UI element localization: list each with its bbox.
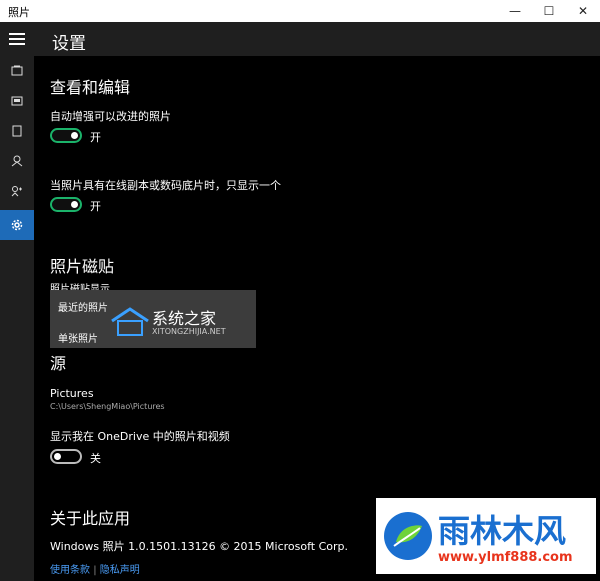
page-header: 设置 [34, 22, 600, 56]
settings-gear-icon[interactable] [0, 210, 34, 240]
duplicates-toggle[interactable] [50, 197, 82, 212]
folder-name[interactable]: Pictures [50, 387, 94, 400]
nav-rail [0, 22, 34, 581]
ylmf-leaf-icon [384, 512, 432, 560]
about-links: 使用条款 | 隐私声明 [50, 561, 140, 576]
collection-icon[interactable] [0, 56, 34, 86]
logo-text: 雨林木风 [438, 512, 567, 550]
about-heading: 关于此应用 [50, 509, 131, 528]
window-title: 照片 [8, 6, 30, 19]
tile-display-dropdown[interactable]: 最近的照片 单张照片 系统之家 XITONGZHIJIA.NET [50, 290, 256, 348]
duplicates-label: 当照片具有在线副本或数码底片时，只显示一个 [50, 179, 281, 192]
toggle-knob [71, 201, 78, 208]
tiles-heading: 照片磁贴 [50, 257, 115, 276]
ylmf-logo: 雨林木风 www.ylmf888.com [376, 498, 596, 574]
page-title: 设置 [52, 34, 86, 54]
onedrive-label: 显示我在 OneDrive 中的照片和视频 [50, 430, 230, 443]
watermark-house-icon [111, 307, 149, 336]
logo-url: www.ylmf888.com [438, 550, 573, 565]
duplicates-state: 开 [90, 200, 101, 213]
option-single-photo[interactable]: 单张照片 [58, 330, 98, 345]
version-text: Windows 照片 1.0.1501.13126 © 2015 Microso… [50, 540, 349, 553]
toggle-knob [54, 453, 61, 460]
link-divider: | [93, 565, 97, 576]
albums-icon[interactable] [0, 86, 34, 116]
watermark-url: XITONGZHIJIA.NET [152, 327, 226, 336]
auto-enhance-toggle[interactable] [50, 128, 82, 143]
toggle-knob [71, 132, 78, 139]
title-bar: 照片 — ☐ ✕ [0, 0, 600, 23]
auto-enhance-state: 开 [90, 131, 101, 144]
onedrive-toggle[interactable] [50, 449, 82, 464]
view-edit-heading: 查看和编辑 [50, 78, 131, 97]
option-recent-photos[interactable]: 最近的照片 [58, 299, 108, 314]
onedrive-state: 关 [90, 452, 101, 465]
terms-link[interactable]: 使用条款 [50, 565, 90, 576]
share-icon[interactable] [0, 176, 34, 206]
folder-path: C:\Users\ShengMiao\Pictures [50, 402, 165, 411]
watermark-logo: 系统之家 XITONGZHIJIA.NET [110, 303, 260, 341]
folders-icon[interactable] [0, 116, 34, 146]
source-heading: 源 [50, 354, 67, 373]
privacy-link[interactable]: 隐私声明 [100, 565, 140, 576]
close-button[interactable]: ✕ [566, 0, 600, 22]
people-icon[interactable] [0, 146, 34, 176]
maximize-button[interactable]: ☐ [532, 0, 566, 22]
auto-enhance-label: 自动增强可以改进的照片 [50, 110, 171, 123]
watermark-text: 系统之家 [152, 309, 217, 328]
hamburger-menu-icon[interactable] [0, 24, 34, 54]
minimize-button[interactable]: — [498, 0, 532, 22]
